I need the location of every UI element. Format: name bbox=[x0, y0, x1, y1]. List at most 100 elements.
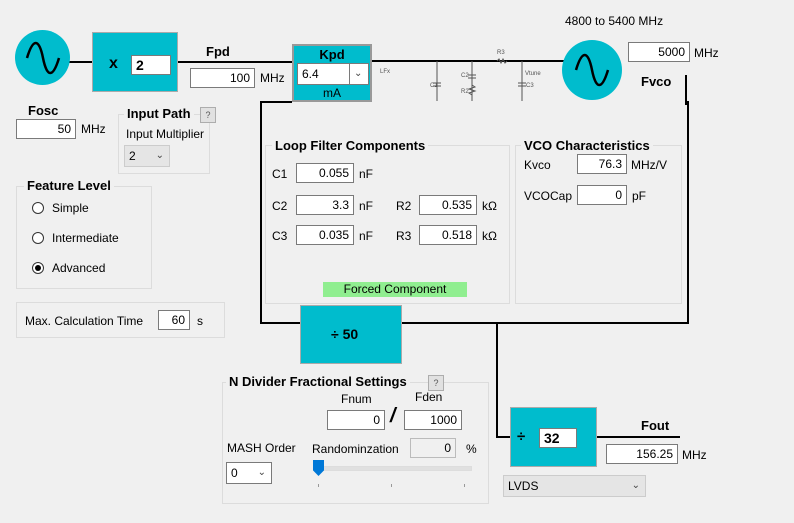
slider-tick bbox=[318, 484, 319, 487]
input-multiplier-label: Input Multiplier bbox=[126, 127, 205, 141]
randomization-slider-track[interactable] bbox=[314, 466, 472, 471]
kvco-unit: MHz/V bbox=[631, 158, 667, 172]
c1-label: C1 bbox=[272, 167, 288, 181]
r2-unit: kΩ bbox=[482, 199, 497, 213]
randomization-input[interactable]: 0 bbox=[410, 438, 456, 458]
chevron-down-icon: ⌄ bbox=[257, 467, 266, 478]
n-frac-help-button[interactable]: ? bbox=[428, 375, 444, 391]
fpd-input[interactable]: 100 bbox=[190, 68, 255, 88]
fosc-input[interactable]: 50 bbox=[16, 119, 76, 139]
signal-wire bbox=[496, 436, 510, 438]
divide-symbol: ÷ bbox=[517, 428, 526, 445]
max-calc-label: Max. Calculation Time bbox=[25, 314, 144, 328]
output-format-select[interactable]: LVDS ⌄ bbox=[503, 475, 646, 497]
r2-label: R2 bbox=[461, 89, 469, 95]
c2-unit: nF bbox=[359, 199, 374, 213]
c3-input[interactable]: 0.035 bbox=[296, 225, 354, 245]
c1-label: C1 bbox=[430, 83, 438, 89]
loop-filter-schematic: LFx C1 C2 R2 R3 Vtune C3 bbox=[380, 50, 541, 101]
c3-unit: nF bbox=[359, 229, 374, 243]
fvco-unit: MHz bbox=[694, 46, 719, 60]
signal-wire bbox=[496, 322, 498, 438]
r2-input[interactable]: 0.535 bbox=[419, 195, 477, 215]
mash-order-select[interactable]: 0 ⌄ bbox=[226, 462, 272, 484]
kpd-value: 6.4 bbox=[302, 67, 319, 81]
c2-label: C2 bbox=[272, 199, 288, 213]
lfx-label: LFx bbox=[380, 69, 390, 75]
slider-tick bbox=[464, 484, 465, 487]
radio-advanced[interactable] bbox=[32, 262, 44, 274]
output-divider-block: ÷ 32 bbox=[510, 407, 597, 467]
radio-simple-label: Simple bbox=[52, 201, 89, 215]
vco-icon bbox=[562, 40, 622, 100]
fden-label: Fden bbox=[415, 390, 443, 404]
r3-unit: kΩ bbox=[482, 229, 497, 243]
fnum-input[interactable]: 0 bbox=[327, 410, 385, 430]
oscillator-icon bbox=[15, 30, 70, 85]
radio-intermediate[interactable] bbox=[32, 232, 44, 244]
input-path-help-button[interactable]: ? bbox=[200, 107, 216, 123]
radio-intermediate-label: Intermediate bbox=[52, 231, 119, 245]
c2-label: C2 bbox=[461, 73, 469, 79]
n-frac-title: N Divider Fractional Settings bbox=[226, 374, 410, 389]
fpd-label: Fpd bbox=[206, 44, 230, 59]
fout-unit: MHz bbox=[682, 448, 707, 462]
chevron-down-icon: ⌄ bbox=[155, 150, 164, 161]
fpd-unit: MHz bbox=[260, 71, 285, 85]
fvco-input[interactable]: 5000 bbox=[628, 42, 690, 62]
fout-input[interactable]: 156.25 bbox=[606, 444, 678, 464]
mash-order-label: MASH Order bbox=[227, 441, 296, 455]
input-multiplier-select[interactable]: 2 ⌄ bbox=[124, 145, 170, 167]
signal-wire bbox=[597, 436, 680, 438]
fvco-label: Fvco bbox=[641, 74, 672, 89]
kvco-label: Kvco bbox=[524, 158, 551, 172]
vco-range: 4800 to 5400 MHz bbox=[565, 14, 664, 28]
output-divider-input[interactable]: 32 bbox=[539, 428, 577, 448]
chevron-down-icon: ⌄ bbox=[631, 480, 640, 491]
chevron-down-icon: ⌄ bbox=[349, 64, 368, 84]
kpd-select[interactable]: 6.4 ⌄ bbox=[297, 63, 369, 85]
mash-order-value: 0 bbox=[231, 466, 238, 480]
radio-advanced-label: Advanced bbox=[52, 261, 106, 275]
r3-label: R3 bbox=[497, 50, 505, 56]
vtune-label: Vtune bbox=[525, 71, 541, 77]
c3-label: C3 bbox=[272, 229, 288, 243]
fnum-label: Fnum bbox=[341, 392, 372, 406]
slider-tick bbox=[391, 484, 392, 487]
n-divider-block: ÷ 50 bbox=[300, 305, 402, 364]
vcocap-unit: pF bbox=[632, 189, 647, 203]
kpd-label: Kpd bbox=[319, 47, 345, 62]
fraction-slash: / bbox=[390, 405, 396, 427]
vco-characteristics-title: VCO Characteristics bbox=[521, 138, 653, 153]
fosc-unit: MHz bbox=[81, 122, 106, 136]
fosc-label: Fosc bbox=[28, 103, 59, 118]
c1-unit: nF bbox=[359, 167, 374, 181]
radio-simple[interactable] bbox=[32, 202, 44, 214]
multiplier-block: x 2 bbox=[92, 32, 178, 92]
randomization-label: Randominzation bbox=[312, 442, 399, 456]
signal-wire bbox=[685, 75, 687, 105]
r3-input[interactable]: 0.518 bbox=[419, 225, 477, 245]
c3-label: C3 bbox=[526, 83, 534, 89]
max-calc-unit: s bbox=[197, 314, 203, 328]
max-calc-input[interactable]: 60 bbox=[158, 310, 190, 330]
vcocap-label: VCOCap bbox=[524, 189, 573, 203]
forced-component-indicator: Forced Component bbox=[323, 282, 467, 297]
randomization-unit: % bbox=[466, 442, 477, 456]
r3-label: R3 bbox=[396, 229, 412, 243]
kpd-block: Kpd 6.4 ⌄ mA bbox=[292, 44, 372, 102]
r2-label: R2 bbox=[396, 199, 412, 213]
input-path-title: Input Path bbox=[124, 106, 194, 121]
multiplier-symbol: x bbox=[109, 55, 118, 72]
fden-input[interactable]: 1000 bbox=[404, 410, 462, 430]
vcocap-input[interactable]: 0 bbox=[577, 185, 627, 205]
loop-filter-title: Loop Filter Components bbox=[272, 138, 429, 153]
kvco-input[interactable]: 76.3 bbox=[577, 154, 627, 174]
output-format-value: LVDS bbox=[508, 479, 539, 493]
kpd-unit: mA bbox=[323, 86, 341, 100]
fout-label: Fout bbox=[641, 418, 670, 433]
c1-input[interactable]: 0.055 bbox=[296, 163, 354, 183]
input-multiplier-value: 2 bbox=[129, 149, 136, 163]
multiplier-input[interactable]: 2 bbox=[131, 55, 171, 75]
c2-input[interactable]: 3.3 bbox=[296, 195, 354, 215]
